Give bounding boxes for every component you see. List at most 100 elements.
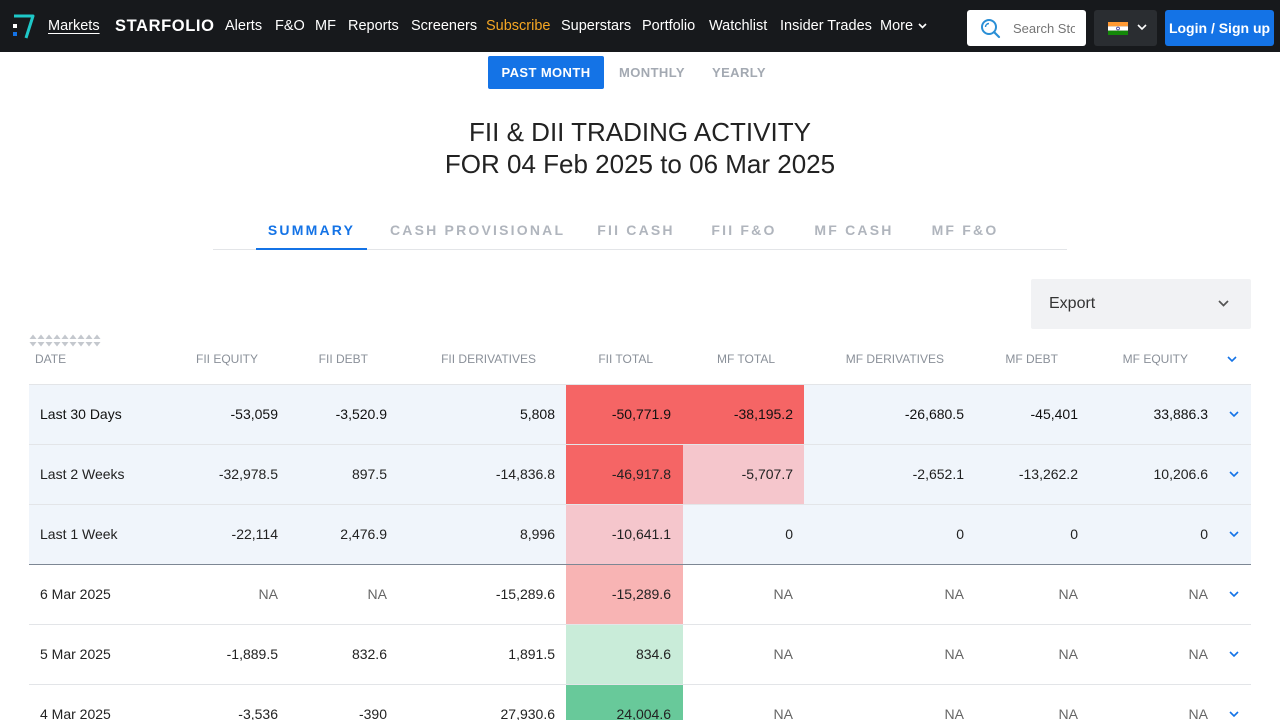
column-header-fii-derivatives[interactable]: FII DERIVATIVES (441, 334, 536, 385)
cell-fii-total: -15,289.6 (611, 586, 671, 602)
summary-row[interactable]: Last 2 Weeks -32,978.5 897.5 -14,836.8 -46,9… (29, 445, 1251, 505)
column-header-mf-equity[interactable]: MF EQUITY (1123, 334, 1188, 385)
cell-mf-debt: -45,401 (1030, 406, 1078, 422)
sort-icon[interactable] (85, 334, 93, 347)
nav-more[interactable]: More (880, 0, 927, 52)
tab-summary[interactable]: SUMMARY (256, 222, 367, 250)
column-header-mf-debt[interactable]: MF DEBT (1005, 334, 1058, 385)
tab-fii-cash[interactable]: FII CASH (594, 222, 678, 250)
summary-row[interactable]: Last 1 Week -22,114 2,476.9 8,996 -10,641.1 0… (29, 505, 1251, 565)
period-yearly[interactable]: YEARLY (700, 56, 778, 89)
column-header-fii-total[interactable]: FII TOTAL (598, 334, 653, 385)
nav-reports[interactable]: Reports (348, 0, 399, 52)
cell-mf-equity: NA (1188, 706, 1208, 720)
top-navbar: Markets STARFOLIO Alerts F&O MF Reports … (0, 0, 1280, 52)
cell-fii-equity: NA (258, 586, 278, 602)
column-header-fii-equity[interactable]: FII EQUITY (196, 334, 258, 385)
cell-fii-derivatives: 8,996 (519, 526, 555, 542)
cell-mf-equity: 0 (1200, 526, 1208, 542)
cell-fii-equity: -53,059 (230, 406, 278, 422)
column-header-fii-debt[interactable]: FII DEBT (319, 334, 368, 385)
cell-mf-debt: -13,262.2 (1018, 466, 1078, 482)
expand-all-chevron-icon[interactable] (1227, 356, 1237, 363)
nav-watchlist[interactable]: Watchlist (709, 0, 767, 52)
cell-mf-equity: 10,206.6 (1153, 466, 1209, 482)
chevron-down-icon[interactable] (1229, 591, 1239, 598)
cell-mf-equity: NA (1188, 646, 1208, 662)
nav-alerts[interactable]: Alerts (225, 0, 262, 52)
tab-fii-fno[interactable]: FII F&O (708, 222, 780, 250)
cell-mf-derivatives: 0 (956, 526, 964, 542)
nav-subscribe[interactable]: Subscribe (486, 0, 550, 52)
country-selector[interactable] (1094, 10, 1157, 46)
cell-fii-debt: -3,520.9 (335, 406, 387, 422)
column-header-mf-derivatives[interactable]: MF DERIVATIVES (846, 334, 944, 385)
nav-superstars[interactable]: Superstars (561, 0, 631, 52)
export-dropdown[interactable]: Export (1031, 279, 1251, 329)
search-box[interactable] (967, 10, 1086, 46)
chevron-down-icon[interactable] (1229, 471, 1239, 478)
cell-fii-derivatives: -15,289.6 (495, 586, 555, 602)
chevron-down-icon[interactable] (1229, 411, 1239, 418)
cell-date: 4 Mar 2025 (40, 706, 111, 720)
cell-mf-debt: NA (1058, 586, 1078, 602)
period-past-month[interactable]: PAST MONTH (488, 56, 604, 89)
cell-mf-total: NA (773, 586, 793, 602)
cell-mf-equity: NA (1188, 586, 1208, 602)
nav-screeners[interactable]: Screeners (411, 0, 477, 52)
tab-cash-provisional[interactable]: CASH PROVISIONAL (390, 222, 563, 250)
tab-mf-cash[interactable]: MF CASH (810, 222, 898, 250)
cell-fii-total: -10,641.1 (611, 526, 671, 542)
page-subtitle: FOR 04 Feb 2025 to 06 Mar 2025 (444, 149, 836, 179)
cell-mf-total: -38,195.2 (733, 406, 793, 422)
cell-mf-derivatives: NA (944, 646, 964, 662)
page-title: FII & DII TRADING ACTIVITY (469, 117, 811, 147)
tab-mf-fno[interactable]: MF F&O (928, 222, 1002, 250)
search-icon (981, 19, 1001, 39)
cell-date: 5 Mar 2025 (40, 646, 111, 662)
chevron-down-icon[interactable] (1229, 531, 1239, 538)
sort-icon[interactable] (77, 334, 85, 347)
cell-mf-equity: 33,886.3 (1153, 406, 1209, 422)
cell-fii-equity: -1,889.5 (226, 646, 278, 662)
login-signup-button[interactable]: Login / Sign up (1165, 10, 1274, 46)
cell-date: Last 2 Weeks (40, 466, 125, 482)
summary-row[interactable]: Last 30 Days -53,059 -3,520.9 5,808 -50,771.… (29, 385, 1251, 445)
sort-icon[interactable] (69, 334, 77, 347)
chevron-down-icon (918, 23, 927, 29)
india-flag-icon (1108, 22, 1128, 35)
table-row[interactable]: 5 Mar 2025 -1,889.5 832.6 1,891.5 834.6 NA NA N… (29, 625, 1251, 685)
nav-markets[interactable]: Markets (48, 0, 100, 52)
cell-fii-equity: -3,536 (238, 706, 278, 720)
nav-fno[interactable]: F&O (275, 0, 305, 52)
cell-fii-total: -50,771.9 (611, 406, 671, 422)
cell-fii-total: -46,917.8 (611, 466, 671, 482)
period-monthly[interactable]: MONTHLY (612, 56, 692, 89)
cell-mf-derivatives: -2,652.1 (912, 466, 964, 482)
cell-fii-debt: 897.5 (351, 466, 387, 482)
sort-icon[interactable] (93, 334, 101, 347)
table-row[interactable]: 4 Mar 2025 -3,536 -390 27,930.6 24,004.6 NA NA… (29, 685, 1251, 720)
cell-mf-derivatives: -26,680.5 (904, 406, 964, 422)
table-row[interactable]: 6 Mar 2025 NA NA -15,289.6 -15,289.6 NA NA NA NA (29, 565, 1251, 625)
chevron-down-icon[interactable] (1229, 651, 1239, 658)
nav-insider-trades[interactable]: Insider Trades (780, 0, 872, 52)
cell-fii-equity: -22,114 (231, 526, 278, 542)
cell-mf-total: -5,707.7 (741, 466, 793, 482)
table-header: DATE FII EQUITY FII DEBT FII DERIVATIVES FII… (29, 334, 1251, 385)
cell-mf-total: 0 (785, 526, 793, 542)
search-input[interactable] (1013, 18, 1075, 38)
cell-fii-debt: 2,476.9 (340, 526, 387, 542)
cell-mf-debt: NA (1058, 646, 1078, 662)
cell-fii-debt: NA (367, 586, 387, 602)
nav-mf[interactable]: MF (315, 0, 336, 52)
nav-portfolio[interactable]: Portfolio (642, 0, 695, 52)
logo-icon[interactable] (12, 13, 36, 41)
nav-starfolio[interactable]: STARFOLIO (115, 0, 215, 52)
nav-more-label: More (880, 18, 914, 34)
column-header-mf-total[interactable]: MF TOTAL (717, 334, 775, 385)
cell-date: 6 Mar 2025 (40, 586, 111, 602)
chevron-down-icon[interactable] (1229, 711, 1239, 718)
column-header-date[interactable]: DATE (35, 334, 66, 385)
cell-fii-debt: -390 (358, 706, 387, 720)
